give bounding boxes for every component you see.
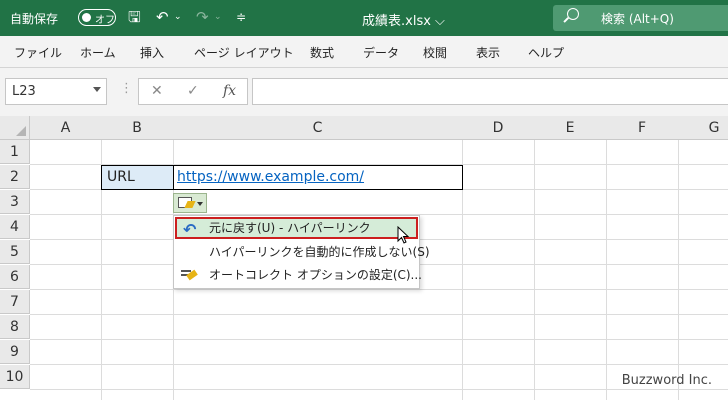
cell-c2-hyperlink[interactable]: https://www.example.com/ xyxy=(173,165,463,190)
autocorrect-menu: ↶ 元に戻す(U) - ハイパーリンク ハイパーリンクを自動的に作成しない(S)… xyxy=(173,215,430,289)
cancel-icon[interactable]: ✕ xyxy=(151,83,163,99)
row-header-9[interactable]: 9 xyxy=(0,340,30,364)
autocorrect-options-icon xyxy=(181,269,198,281)
gridline xyxy=(30,389,728,390)
row-header-1[interactable]: 1 xyxy=(0,140,30,164)
customize-toolbar-icon[interactable]: ≑ xyxy=(236,8,246,26)
search-box[interactable]: 検索 (Alt+Q) xyxy=(553,5,728,31)
row-header-5[interactable]: 5 xyxy=(0,240,30,264)
menu-item-autocorrect-options[interactable]: オートコレクト オプションの設定(C)... xyxy=(175,264,422,286)
tab-insert[interactable]: 挿入 xyxy=(140,44,164,61)
menu-item-label: 元に戻す(U) - ハイパーリンク xyxy=(209,221,371,235)
row-header-2[interactable]: 2 xyxy=(0,165,30,189)
name-box-value: L23 xyxy=(12,84,36,99)
column-header-g[interactable]: G xyxy=(678,116,728,140)
menu-item-label: オートコレクト オプションの設定(C)... xyxy=(209,268,423,282)
chevron-down-icon[interactable] xyxy=(93,87,101,92)
row-header-7[interactable]: 7 xyxy=(0,290,30,314)
tab-data[interactable]: データ xyxy=(363,44,399,61)
tab-formulas[interactable]: 数式 xyxy=(310,44,334,61)
tab-review[interactable]: 校閲 xyxy=(423,44,447,61)
autosave-state: オフ xyxy=(95,15,115,26)
row-header-3[interactable]: 3 xyxy=(0,190,30,214)
tab-view[interactable]: 表示 xyxy=(476,44,500,61)
autosave-toggle[interactable]: オフ xyxy=(78,9,116,26)
gridline xyxy=(678,140,679,400)
formula-bar: L23 ⋮ ✕ ✓ fx xyxy=(0,68,728,116)
gridline xyxy=(30,314,728,315)
chevron-down-icon xyxy=(197,202,203,206)
column-header-e[interactable]: E xyxy=(534,116,607,140)
autosave-label: 自動保存 xyxy=(10,12,59,26)
undo-icon[interactable]: ↶ xyxy=(156,8,169,26)
autocorrect-icon xyxy=(178,197,192,208)
watermark: Buzzword Inc. xyxy=(621,373,712,388)
formula-input[interactable] xyxy=(252,78,728,105)
more-options-icon[interactable]: ⋮ xyxy=(120,81,133,96)
column-header-b[interactable]: B xyxy=(101,116,174,140)
column-header-a[interactable]: A xyxy=(30,116,102,140)
ribbon-tabs: ファイル ホーム 挿入 ページ レイアウト 数式 データ 校閲 表示 ヘルプ xyxy=(0,36,728,68)
gridline xyxy=(534,140,535,400)
column-header-f[interactable]: F xyxy=(606,116,679,140)
row-header-10[interactable]: 10 xyxy=(0,365,30,389)
menu-item-undo-hyperlink[interactable]: ↶ 元に戻す(U) - ハイパーリンク xyxy=(175,217,418,239)
undo-icon: ↶ xyxy=(183,220,197,239)
title-bar: 自動保存 オフ 🖫 ↶ ⌄ ↷ ⌄ ≑ 成績表.xlsx ⌵ 検索 (Alt+Q… xyxy=(0,0,728,36)
formula-buttons: ✕ ✓ fx xyxy=(138,78,248,105)
menu-item-stop-auto-hyperlink[interactable]: ハイパーリンクを自動的に作成しない(S) xyxy=(175,241,430,263)
select-all-icon xyxy=(16,126,26,136)
gridline xyxy=(606,140,607,400)
undo-dropdown-icon[interactable]: ⌄ xyxy=(174,8,182,26)
column-header-d[interactable]: D xyxy=(462,116,535,140)
redo-dropdown-icon: ⌄ xyxy=(214,12,222,22)
gridline xyxy=(30,364,728,365)
gridline xyxy=(30,289,728,290)
toggle-knob xyxy=(82,13,91,22)
tab-help[interactable]: ヘルプ xyxy=(528,44,564,61)
column-header-c[interactable]: C xyxy=(173,116,463,140)
file-title[interactable]: 成績表.xlsx ⌵ xyxy=(362,10,445,29)
row-header-4[interactable]: 4 xyxy=(0,215,30,239)
insert-function-icon[interactable]: fx xyxy=(223,83,236,99)
worksheet-grid[interactable]: A B C D E F G 1 2 3 4 5 6 7 8 9 10 URL h… xyxy=(0,116,728,400)
row-header-8[interactable]: 8 xyxy=(0,315,30,339)
tab-home[interactable]: ホーム xyxy=(80,44,116,61)
redo-icon: ↷ xyxy=(196,8,209,26)
autocorrect-options-button[interactable] xyxy=(173,193,207,213)
search-icon xyxy=(567,8,579,20)
gridline xyxy=(30,339,728,340)
enter-icon[interactable]: ✓ xyxy=(187,83,199,99)
select-all-corner[interactable] xyxy=(0,116,30,140)
tab-page-layout[interactable]: ページ レイアウト xyxy=(194,44,294,61)
row-header-6[interactable]: 6 xyxy=(0,265,30,289)
save-icon[interactable]: 🖫 xyxy=(128,8,141,26)
name-box[interactable]: L23 xyxy=(5,78,107,105)
mouse-cursor-icon xyxy=(397,226,410,244)
search-placeholder: 検索 (Alt+Q) xyxy=(601,12,674,26)
tab-file[interactable]: ファイル xyxy=(14,44,62,61)
cell-b2[interactable]: URL xyxy=(101,165,174,190)
